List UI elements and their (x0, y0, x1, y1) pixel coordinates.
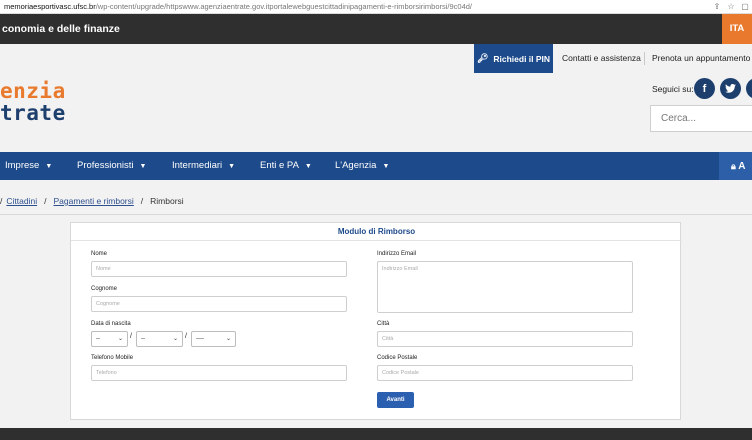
star-icon[interactable]: ☆ (724, 2, 738, 11)
search-input[interactable]: Cerca... (650, 105, 752, 132)
top-bar: conomia e delle finanze ITA (0, 14, 752, 44)
share-icon[interactable]: ⇪ (710, 2, 724, 11)
submit-button[interactable]: Avanti (377, 392, 414, 408)
nav-item-enti-pa[interactable]: Enti e PA ▼ (260, 152, 312, 181)
caret-down-icon: ▼ (304, 163, 312, 170)
chevron-down-icon: ⌄ (225, 336, 231, 342)
cap-label: Codice Postale (377, 355, 418, 361)
email-label: Indirizzo Email (377, 251, 417, 257)
nav-item-agenzia[interactable]: L'Agenzia ▼ (335, 152, 389, 181)
cap-input[interactable]: Codice Postale (377, 365, 633, 381)
lock-icon: 🔒︎ (731, 161, 736, 171)
nav-item-intermediari[interactable]: Intermediari ▼ (172, 152, 235, 181)
breadcrumb-divider (0, 214, 752, 215)
caret-down-icon: ▼ (228, 163, 236, 170)
agency-logo[interactable]: enzia trate (0, 80, 66, 124)
main-nav: Imprese ▼ Professionisti ▼ Intermediari ▼ E… (0, 152, 752, 180)
reserved-area-button[interactable]: 🔒︎ A (719, 152, 752, 180)
nome-label: Nome (91, 251, 108, 257)
url-text[interactable]: memoriaesportivasc.ufsc.br/wp-content/up… (0, 2, 710, 11)
browser-url-bar[interactable]: memoriaesportivasc.ufsc.br/wp-content/up… (0, 0, 752, 14)
caret-down-icon: ▼ (139, 163, 147, 170)
nav-item-professionisti[interactable]: Professionisti ▼ (77, 152, 146, 181)
header-divider (644, 52, 645, 65)
appointment-link[interactable]: Prenota un appuntamento (652, 44, 750, 73)
email-input[interactable]: Indirizzo Email (377, 261, 633, 313)
telefono-input[interactable]: Telefono (91, 365, 347, 381)
breadcrumb: / Cittadini / Pagamenti e rimborsi / Rimborsi (0, 196, 184, 206)
chevron-down-icon: ⌄ (172, 336, 178, 342)
nome-input[interactable]: Nome (91, 261, 347, 277)
cognome-input[interactable]: Cognome (91, 296, 347, 312)
browser-panel-icon[interactable]: ▢ (738, 2, 752, 11)
caret-down-icon: ▼ (45, 163, 53, 170)
ministry-brand[interactable]: conomia e delle finanze (2, 14, 120, 44)
facebook-icon[interactable]: f (694, 78, 715, 99)
citta-input[interactable]: Città (377, 331, 633, 347)
follow-label: Seguici su: (652, 84, 694, 94)
key-icon: 🔑︎ (476, 53, 489, 63)
request-pin-button[interactable]: 🔑︎ Richiedi il PIN (474, 44, 553, 73)
birth-month-select[interactable]: -- ⌄ (136, 331, 183, 347)
nav-item-imprese[interactable]: Imprese ▼ (5, 152, 52, 181)
telefono-label: Telefono Mobile (91, 355, 134, 361)
birth-year-select[interactable]: ---- ⌄ (191, 331, 236, 347)
birth-day-select[interactable]: -- ⌄ (91, 331, 128, 347)
citta-label: Città (377, 321, 390, 327)
breadcrumb-current: Rimborsi (150, 196, 184, 206)
caret-down-icon: ▼ (382, 163, 390, 170)
youtube-icon[interactable] (746, 78, 752, 99)
form-title: Modulo di Rimborso (71, 223, 682, 241)
cognome-label: Cognome (91, 286, 118, 292)
refund-form: Modulo di Rimborso Nome Nome Cognome Cog… (70, 222, 682, 420)
footer-strip (0, 428, 752, 440)
language-selector[interactable]: ITA (722, 14, 752, 44)
chevron-down-icon: ⌄ (117, 336, 123, 342)
site-header: 🔑︎ Richiedi il PIN Contatti e assistenza… (0, 44, 752, 152)
contacts-link[interactable]: Contatti e assistenza (562, 44, 641, 73)
birthdate-label: Data di nascita (91, 321, 131, 327)
breadcrumb-pagamenti[interactable]: Pagamenti e rimborsi (53, 196, 133, 206)
twitter-icon[interactable] (720, 78, 741, 99)
breadcrumb-cittadini[interactable]: Cittadini (6, 196, 37, 206)
